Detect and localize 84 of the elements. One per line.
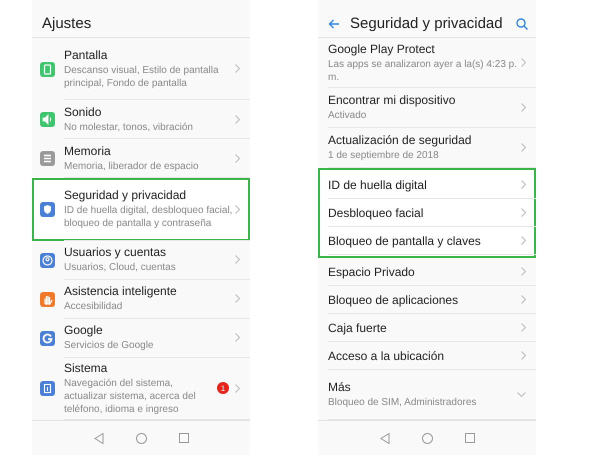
- item-subtitle: Descanso visual, Estilo de pantalla principal, Fondo de pantalla: [64, 64, 220, 90]
- settings-item[interactable]: Caja fuerte: [318, 314, 536, 342]
- home-nav-icon[interactable]: [422, 432, 432, 444]
- back-nav-icon[interactable]: [380, 432, 390, 444]
- back-nav-icon[interactable]: [94, 432, 104, 444]
- chevron-right-icon: [235, 333, 240, 342]
- settings-item[interactable]: Acceso a la ubicación: [318, 342, 536, 370]
- item-title: Actualización de seguridad: [328, 133, 472, 147]
- item-title: ID de huella digital: [328, 178, 428, 192]
- chevron-right-icon: [235, 294, 240, 304]
- item-title: Usuarios y cuentas: [64, 245, 168, 260]
- item-title: Bloqueo de pantalla y claves: [328, 234, 482, 248]
- phone-icon: [40, 62, 55, 77]
- settings-item[interactable]: Espacio Privado: [318, 258, 536, 286]
- item-title: Pantalla: [64, 48, 108, 62]
- home-nav-icon[interactable]: [136, 432, 146, 444]
- settings-item[interactable]: Encontrar mi dispositivo Activado: [318, 88, 536, 128]
- chevron-right-icon: [235, 255, 240, 264]
- chevron-right-icon: [521, 103, 526, 112]
- item-title: Seguridad y privacidad: [64, 188, 188, 202]
- item-title: Acceso a la ubicación: [328, 348, 446, 362]
- chevron-right-icon: [521, 143, 526, 152]
- chevron-right-icon: [235, 64, 240, 74]
- item-title: Más: [328, 380, 352, 394]
- search-icon[interactable]: [516, 18, 528, 30]
- item-title: Google: [64, 323, 104, 338]
- item-subtitle: Las apps se analizaron ayer a la(s) 4:23 p. m.: [328, 58, 518, 84]
- item-title: Encontrar mi dispositivo: [328, 93, 456, 107]
- chevron-right-icon: [235, 154, 240, 163]
- list-icon: [40, 151, 55, 166]
- speaker-icon: [40, 112, 55, 128]
- item-subtitle: Navegación del sistema, actualizar sistema, acerca del teléfono, idioma e ingreso: [64, 376, 197, 416]
- settings-item[interactable]: Pantalla Descanso visual, Estilo de pantalla principal, Fondo de pantalla: [32, 38, 250, 100]
- recents-nav-icon[interactable]: [464, 433, 474, 443]
- settings-item[interactable]: Sonido No molestar, tonos, vibración: [32, 100, 250, 140]
- item-title: Caja fuerte: [328, 320, 388, 334]
- settings-item[interactable]: Seguridad y privacidad ID de huella digital, desbloqueo facial, bloqueo de pantalla y contraseña: [32, 178, 250, 241]
- item-subtitle: Memoria, liberador de espacio: [64, 160, 200, 173]
- shield-icon: [40, 202, 55, 218]
- chevron-right-icon: [521, 323, 526, 332]
- chevron-right-icon: [235, 114, 240, 124]
- settings-item[interactable]: Asistencia inteligente Accesibilidad: [32, 280, 250, 319]
- settings-item[interactable]: Bloqueo de pantalla y claves: [318, 227, 536, 255]
- settings-item[interactable]: Usuarios y cuentas Usuarios, Cloud, cuentas: [32, 240, 250, 280]
- chevron-right-icon: [521, 267, 526, 276]
- item-subtitle: 1 de septiembre de 2018: [328, 149, 440, 162]
- chevron-right-icon: [521, 295, 526, 304]
- back-arrow-icon[interactable]: [328, 18, 340, 28]
- screen-title: Seguridad y privacidad: [350, 15, 504, 32]
- chevron-right-icon: [521, 351, 526, 360]
- screen-title: Ajustes: [42, 15, 92, 32]
- chevron-right-icon: [521, 180, 526, 189]
- hand-icon: [40, 292, 55, 307]
- settings-item[interactable]: Bloqueo de aplicaciones: [318, 286, 536, 314]
- google-icon: [40, 330, 55, 346]
- chevron-right-icon: [235, 204, 240, 214]
- notification-badge: 1: [217, 382, 229, 394]
- item-title: Desbloqueo facial: [328, 206, 424, 220]
- item-title: Google Play Protect: [328, 42, 436, 56]
- settings-item[interactable]: Desbloqueo facial: [318, 199, 536, 227]
- item-title: Bloqueo de aplicaciones: [328, 292, 460, 306]
- item-title: Sonido: [64, 104, 102, 119]
- item-subtitle: Activado: [328, 109, 368, 122]
- chevron-right-icon: [521, 58, 526, 67]
- item-title: Espacio Privado: [328, 264, 416, 278]
- settings-item[interactable]: Google Servicios de Google: [32, 318, 250, 358]
- item-subtitle: Bloqueo de SIM, Administradores: [328, 396, 478, 409]
- chevron-right-icon: [521, 236, 526, 245]
- item-subtitle: No molestar, tonos, vibración: [64, 120, 194, 134]
- item-subtitle: Servicios de Google: [64, 339, 154, 352]
- settings-item[interactable]: ID de huella digital: [318, 171, 536, 199]
- item-subtitle: ID de huella digital, desbloqueo facial, bloqueo de pantalla y contraseña: [64, 204, 234, 230]
- settings-item[interactable]: Google Play Protect Las apps se analizaron ayer a la(s) 4:23 p. m.: [318, 38, 536, 88]
- phone-icon: [40, 381, 55, 396]
- item-title: Asistencia inteligente: [64, 284, 178, 298]
- chevron-right-icon: [521, 208, 526, 217]
- recents-nav-icon[interactable]: [178, 433, 188, 443]
- item-subtitle: Accesibilidad: [64, 300, 124, 314]
- settings-item[interactable]: Más Bloqueo de SIM, Administradores: [318, 370, 536, 420]
- item-title: Sistema: [64, 360, 108, 375]
- settings-item[interactable]: Sistema Navegación del sistema, actualizar sistema, acerca del teléfono, idioma e ingreso 1: [32, 358, 250, 420]
- chevron-right-icon: [235, 384, 240, 393]
- item-title: Memoria: [64, 144, 112, 158]
- item-subtitle: Usuarios, Cloud, cuentas: [64, 261, 177, 274]
